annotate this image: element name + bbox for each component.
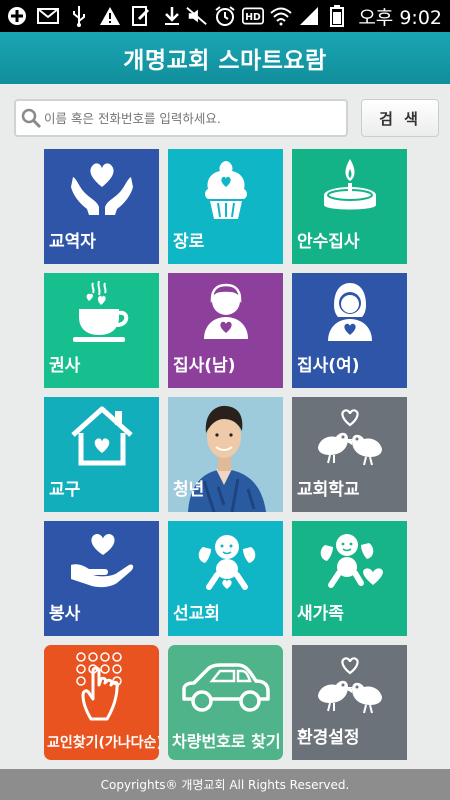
tile-deacons-male[interactable]: 집사(남) (168, 273, 283, 388)
man-heart-icon (203, 283, 248, 339)
tile-label: 차량번호로 찾기 (172, 732, 281, 751)
hands-heart-icon (70, 163, 133, 215)
signal-icon (298, 5, 320, 27)
tile-label: 교역자 (49, 232, 96, 252)
tile-label: 환경설정 (297, 728, 360, 748)
tile-vehicle-number-search[interactable]: 차량번호로 찾기 (168, 645, 283, 760)
tile-exhorters[interactable]: 권사 (44, 273, 159, 388)
app-title: 개명교회 스마트요람 (123, 48, 327, 74)
battery-icon (326, 5, 348, 27)
cupid-icon (198, 535, 255, 590)
edit-icon (130, 5, 152, 27)
love-birds-icon (317, 657, 382, 714)
mute-icon (186, 5, 208, 27)
tile-label: 교구 (49, 480, 81, 500)
plus-icon (6, 5, 28, 27)
cupid-heart-icon (320, 534, 383, 588)
search-button[interactable]: 검 색 (361, 99, 439, 137)
search-box (14, 99, 348, 137)
warning-icon (99, 5, 121, 27)
status-bar: HD 오후 9:02 (0, 0, 450, 32)
tile-label: 교인찾기(가나다순) (47, 735, 159, 751)
tile-mission[interactable]: 선교회 (168, 521, 283, 636)
tile-youth[interactable]: 청년 (168, 397, 283, 512)
mail-icon (37, 5, 59, 27)
tile-label: 장로 (173, 232, 205, 252)
tile-ordained-deacons[interactable]: 안수집사 (292, 149, 407, 264)
tile-label: 권사 (49, 356, 81, 376)
footer: Copyrights® 개명교회 All Rights Reserved. (0, 769, 450, 800)
usb-icon (68, 5, 90, 27)
tile-label: 집사(여) (297, 356, 360, 376)
tile-label: 선교회 (173, 604, 220, 624)
menu-grid: 교역자 장로 안수집사 권사 집사(남) 집사(여) 교구 청년 교회학교 봉사… (44, 149, 408, 761)
tile-settings[interactable]: 환경설정 (292, 645, 407, 760)
tile-districts[interactable]: 교구 (44, 397, 159, 512)
keypad-hand-icon (75, 652, 122, 721)
tile-label: 집사(남) (173, 356, 236, 376)
tile-label: 교회학교 (297, 480, 360, 500)
copyright-text: Copyrights® 개명교회 All Rights Reserved. (100, 778, 350, 792)
car-icon (181, 663, 270, 712)
coffee-cup-hearts-icon (72, 281, 128, 342)
tile-new-family[interactable]: 새가족 (292, 521, 407, 636)
tile-label: 봉사 (49, 604, 81, 624)
clock: 오후 9:02 (358, 6, 442, 29)
svg-text:HD: HD (246, 12, 262, 23)
love-birds-icon (317, 409, 382, 466)
tile-member-search-alphabetical[interactable]: 교인찾기(가나다순) (44, 645, 159, 760)
woman-heart-icon (327, 283, 372, 341)
tile-church-school[interactable]: 교회학교 (292, 397, 407, 512)
alarm-icon (214, 5, 236, 27)
tile-label: 안수집사 (297, 232, 360, 252)
house-heart-icon (70, 406, 133, 466)
candle-icon (323, 159, 376, 210)
hd-icon: HD (242, 5, 265, 27)
tile-deacons-female[interactable]: 집사(여) (292, 273, 407, 388)
tile-label: 새가족 (297, 604, 344, 624)
tile-elders[interactable]: 장로 (168, 149, 283, 264)
download-icon (161, 5, 183, 27)
search-icon (21, 108, 42, 129)
tile-service[interactable]: 봉사 (44, 521, 159, 636)
app-header: 개명교회 스마트요람 (0, 32, 450, 84)
tile-label: 청년 (173, 480, 205, 500)
hand-heart-icon (70, 533, 133, 588)
search-input[interactable] (44, 110, 344, 126)
tile-pastors[interactable]: 교역자 (44, 149, 159, 264)
wifi-icon (270, 5, 292, 27)
cupcake-heart-icon (204, 161, 247, 219)
